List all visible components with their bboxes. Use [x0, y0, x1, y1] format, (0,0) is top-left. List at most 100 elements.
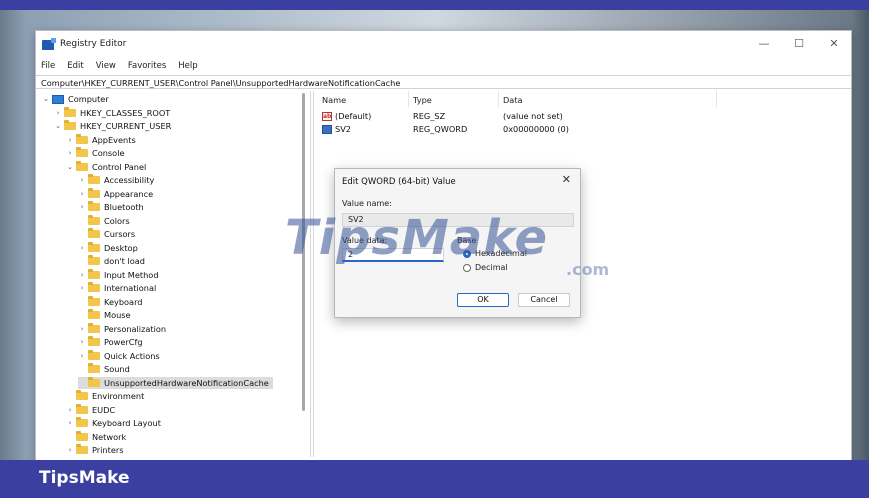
chevron-right-icon[interactable]: ›	[78, 352, 86, 360]
tree-node[interactable]: Cursors	[78, 228, 135, 240]
chevron-down-icon[interactable]: ⌄	[66, 163, 74, 171]
tree-node-label: Appearance	[104, 188, 154, 199]
tree-node[interactable]: › Quick Actions	[78, 349, 160, 362]
cancel-button[interactable]: Cancel	[518, 293, 570, 307]
tree-node-label: Personalization	[104, 323, 167, 334]
footer-banner: TipsMake	[0, 460, 869, 498]
folder-icon	[88, 187, 100, 198]
folder-icon	[88, 349, 100, 360]
chevron-right-icon[interactable]: ›	[66, 406, 74, 414]
tree-node[interactable]: › Printers	[66, 444, 124, 456]
maximize-button[interactable]: ☐	[791, 37, 807, 50]
tree-node[interactable]: › International	[78, 282, 156, 294]
pane-splitter[interactable]	[313, 91, 314, 457]
chevron-down-icon[interactable]: ⌄	[54, 122, 62, 130]
tree-node[interactable]: Network	[66, 430, 127, 443]
tree-node[interactable]: Environment	[66, 390, 144, 402]
folder-icon	[88, 363, 100, 373]
tree-node-label: Network	[92, 431, 127, 442]
tree-node[interactable]: ⌄ HKEY_CURRENT_USER	[54, 120, 171, 132]
tree-node[interactable]: Sound	[78, 363, 130, 375]
folder-icon	[88, 336, 100, 346]
address-bar[interactable]: Computer\HKEY_CURRENT_USER\Control Panel…	[36, 75, 851, 89]
column-separator[interactable]	[498, 91, 499, 107]
chevron-down-icon[interactable]: ⌄	[42, 95, 50, 103]
tree-node[interactable]: › HKEY_CLASSES_ROOT	[54, 106, 170, 119]
menu-view[interactable]: View	[95, 61, 117, 73]
tree-node-label: AppEvents	[92, 134, 136, 145]
tree-node[interactable]: Keyboard	[78, 295, 143, 308]
chevron-right-icon[interactable]: ›	[78, 203, 86, 211]
tree-node[interactable]: Colors	[78, 214, 130, 227]
folder-icon	[76, 147, 88, 157]
tree-node-label: Printers	[92, 445, 124, 455]
menu-file[interactable]: File	[40, 61, 56, 73]
menu-edit[interactable]: Edit	[66, 61, 84, 73]
tree-node[interactable]: ⌄ Control Panel	[66, 160, 146, 173]
column-header-type[interactable]: Type	[413, 95, 432, 105]
chevron-right-icon[interactable]: ›	[78, 284, 86, 292]
ok-button[interactable]: OK	[457, 293, 509, 307]
tree-node-label: Accessibility	[104, 175, 155, 185]
chevron-right-icon[interactable]: ›	[66, 419, 74, 427]
tree-node[interactable]: › Desktop	[78, 241, 138, 254]
tree-node[interactable]: › AppEvents	[66, 133, 136, 146]
tree-node-label: Mouse	[104, 310, 131, 320]
chevron-right-icon[interactable]: ›	[78, 338, 86, 346]
value-type: REG_SZ	[413, 111, 446, 121]
minimize-button[interactable]: —	[756, 37, 772, 50]
value-row[interactable]: ab (Default) REG_SZ (value not set)	[316, 111, 736, 123]
tree-node[interactable]: › Accessibility	[78, 174, 154, 186]
column-header-data[interactable]: Data	[503, 95, 523, 105]
string-value-icon: ab	[322, 112, 332, 121]
tree-node[interactable]: don't load	[78, 255, 145, 267]
column-separator[interactable]	[716, 91, 717, 107]
tree-node[interactable]: › PowerCfg	[78, 336, 143, 348]
tree-node[interactable]: › Keyboard Layout	[66, 417, 161, 429]
chevron-right-icon[interactable]: ›	[78, 244, 86, 252]
folder-icon	[88, 376, 100, 387]
menu-favorites[interactable]: Favorites	[127, 61, 167, 73]
tree-node[interactable]: › Appearance	[78, 187, 154, 200]
footer-brand: TipsMake	[39, 468, 130, 488]
chevron-right-icon[interactable]: ›	[66, 446, 74, 454]
folder-icon	[88, 201, 100, 211]
chevron-right-icon[interactable]: ›	[78, 325, 86, 333]
dialog-title: Edit QWORD (64-bit) Value	[342, 177, 456, 187]
folder-icon	[64, 120, 76, 130]
tree-node-label: Sound	[104, 364, 130, 374]
close-button[interactable]: ✕	[826, 37, 842, 50]
chevron-right-icon[interactable]: ›	[66, 136, 74, 144]
tree-node-label: Keyboard Layout	[92, 418, 161, 428]
computer-icon	[52, 94, 64, 104]
column-header-name[interactable]: Name	[322, 95, 346, 105]
chevron-right-icon[interactable]: ›	[78, 190, 86, 198]
folder-icon	[88, 214, 100, 225]
tree-node-label: Cursors	[104, 229, 136, 239]
tipsmake-watermark-suffix: .com	[566, 260, 610, 279]
tree-node[interactable]: › EUDC	[66, 403, 115, 416]
folder-icon	[64, 106, 76, 117]
tree-node[interactable]: › Input Method	[78, 268, 159, 281]
registry-editor-icon	[42, 38, 56, 50]
chevron-right-icon[interactable]: ›	[66, 149, 74, 157]
value-name-label: Value name:	[342, 199, 392, 208]
tree-node[interactable]: ⌄ Computer	[42, 93, 109, 105]
tree-node[interactable]: UnsupportedHardwareNotificationCache	[78, 376, 273, 389]
tree-node[interactable]: › Personalization	[78, 322, 167, 335]
tree-node[interactable]: › Console	[66, 147, 125, 159]
value-row[interactable]: SV2 REG_QWORD 0x00000000 (0)	[316, 124, 736, 136]
folder-icon	[88, 309, 100, 319]
title-bar[interactable]: Registry Editor — ☐ ✕	[36, 31, 851, 59]
tree-node[interactable]: › Bluetooth	[78, 201, 144, 213]
column-separator[interactable]	[408, 91, 409, 107]
menu-bar: File Edit View Favorites Help	[40, 61, 199, 73]
tree-node[interactable]: Mouse	[78, 309, 131, 321]
folder-icon	[88, 282, 100, 292]
chevron-right-icon[interactable]: ›	[78, 271, 86, 279]
values-list-header: Name Type Data	[316, 95, 716, 107]
chevron-right-icon[interactable]: ›	[54, 109, 62, 117]
chevron-right-icon[interactable]: ›	[78, 176, 86, 184]
dialog-close-button[interactable]: ✕	[562, 173, 571, 186]
menu-help[interactable]: Help	[177, 61, 198, 73]
